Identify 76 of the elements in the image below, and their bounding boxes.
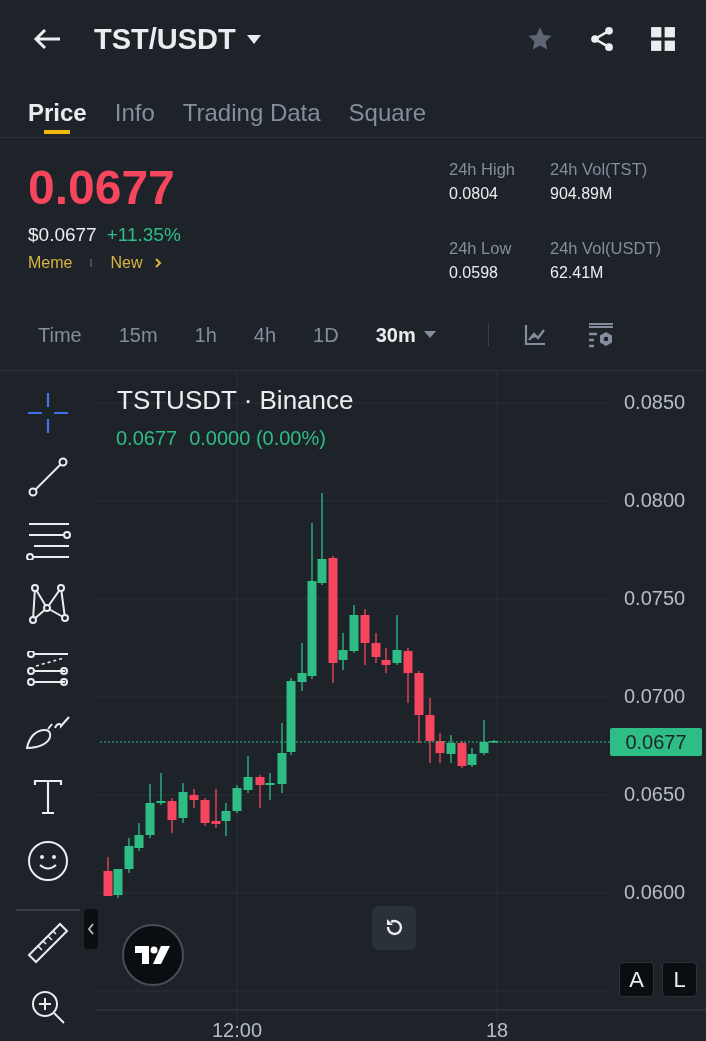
brush-icon[interactable] <box>25 716 71 750</box>
fibonacci-icon[interactable] <box>26 651 70 687</box>
interval-tab[interactable]: 1h <box>194 323 217 347</box>
chevron-icon[interactable] <box>154 257 163 269</box>
share-icon[interactable] <box>588 25 616 53</box>
indicator-icon[interactable] <box>522 323 547 347</box>
stat-value: 904.89M <box>550 185 614 203</box>
price-axis-label: 0.0800 <box>624 489 686 512</box>
price-axis-label: 0.0850 <box>624 391 686 414</box>
interval-tab[interactable]: 4h <box>253 323 277 347</box>
change-label: 0.0000 (0.00%) <box>189 427 326 450</box>
last-price: 0.0677 <box>28 160 176 216</box>
last-price-label: 0.0677 <box>116 427 178 450</box>
price-change: +11.35% <box>106 224 181 246</box>
tag-link[interactable]: Meme <box>28 254 73 272</box>
candle <box>349 604 359 654</box>
usd-price: $0.0677 <box>28 224 97 246</box>
candle <box>467 747 477 768</box>
ruler-icon[interactable] <box>26 921 70 965</box>
stat-value: 0.0598 <box>449 264 499 282</box>
candle <box>446 734 456 764</box>
chart-settings-icon[interactable] <box>586 322 615 348</box>
pattern-icon[interactable] <box>27 584 69 626</box>
trend-line-icon[interactable] <box>27 456 69 498</box>
candle <box>277 722 287 794</box>
candle <box>221 802 231 837</box>
time-axis-label: 12:00 <box>211 1019 263 1041</box>
grid-icon[interactable] <box>650 26 676 52</box>
tag-link[interactable]: New <box>110 254 143 272</box>
candle <box>167 797 177 834</box>
stat-label: 24h Low <box>449 239 513 258</box>
interval-tab[interactable]: 30m <box>375 323 416 347</box>
candle <box>457 740 467 769</box>
chevron-left-icon <box>87 922 95 936</box>
candle <box>265 772 275 801</box>
back-arrow-icon[interactable] <box>32 27 62 51</box>
tab[interactable]: Info <box>114 78 155 136</box>
emoji-icon[interactable] <box>27 840 69 882</box>
symbol-label: TSTUSDT · Binance <box>117 385 354 416</box>
stat-value: 62.41M <box>550 264 605 282</box>
interval-tab[interactable]: 15m <box>118 323 158 347</box>
candle <box>124 837 134 874</box>
horizontal-lines-icon[interactable] <box>25 522 71 560</box>
pair-title[interactable]: TST/USDT <box>94 22 236 56</box>
candle <box>255 774 265 809</box>
zoom-in-icon[interactable] <box>30 989 66 1025</box>
logo-icon <box>135 945 171 965</box>
price-axis-label: 0.0700 <box>624 685 686 708</box>
price-axis-label: 0.0750 <box>624 587 686 610</box>
stat-label: 24h Vol(TST) <box>550 160 649 179</box>
tab[interactable]: Square <box>348 78 426 136</box>
time-axis-label: 18 <box>485 1019 509 1041</box>
stat-value: 0.0804 <box>449 185 499 203</box>
candle <box>113 868 123 899</box>
candle <box>200 797 210 827</box>
candle <box>403 647 413 704</box>
candle <box>211 788 221 829</box>
scale-button[interactable]: L <box>662 962 697 997</box>
candle <box>243 755 253 794</box>
scale-button[interactable]: A <box>619 962 654 997</box>
candle <box>232 784 242 814</box>
interval-tab[interactable]: 1D <box>313 323 339 347</box>
current-price-tag: 0.0677 <box>610 728 702 756</box>
reset-icon <box>384 918 404 938</box>
collapse-toolbar-button[interactable] <box>84 909 98 949</box>
price-axis-label: 0.0600 <box>624 881 686 904</box>
stat-label: 24h High <box>449 160 517 179</box>
stat-label: 24h Vol(USDT) <box>550 239 662 258</box>
caret-icon[interactable] <box>245 33 262 45</box>
interval-tab[interactable]: Time <box>38 323 82 347</box>
reset-button[interactable] <box>372 906 416 950</box>
text-tool-icon[interactable] <box>33 779 63 815</box>
price-axis-label: 0.0650 <box>624 783 686 806</box>
tab[interactable]: Trading Data <box>182 78 321 136</box>
candle <box>103 856 113 897</box>
crosshair-icon[interactable] <box>27 392 69 434</box>
